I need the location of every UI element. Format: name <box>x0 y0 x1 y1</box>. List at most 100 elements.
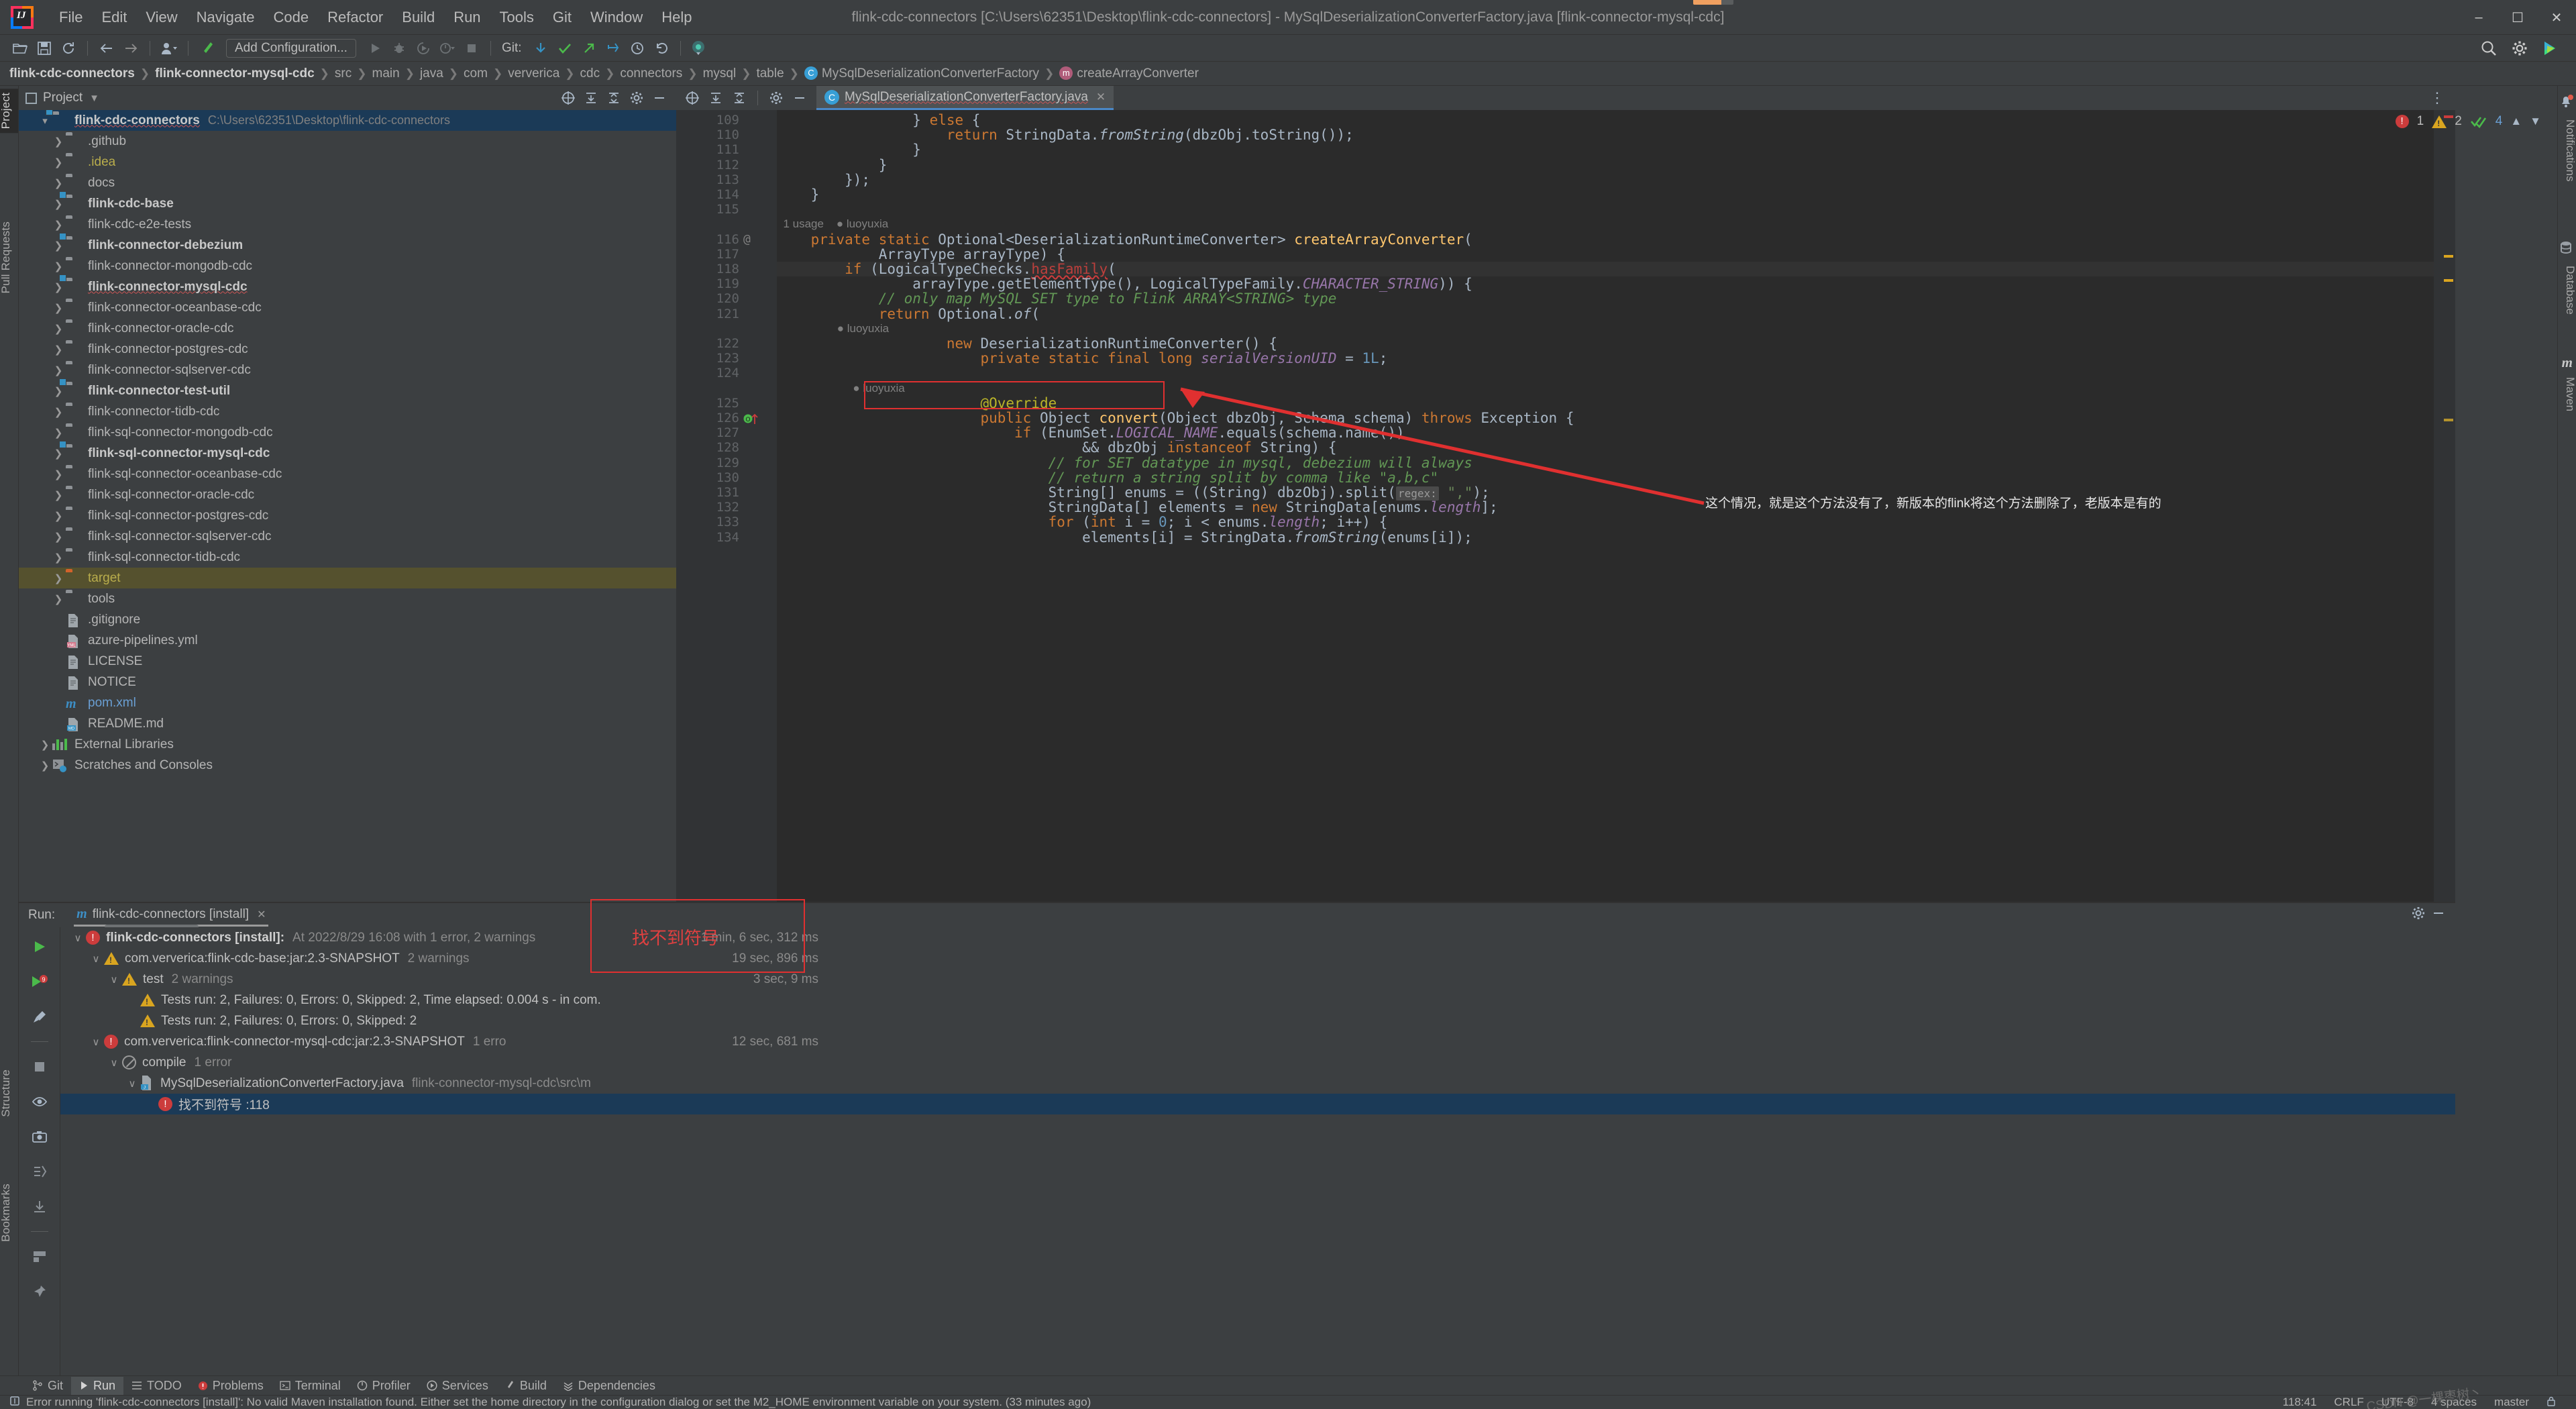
run-tab-close-icon[interactable]: ✕ <box>257 908 266 921</box>
chevron-right-icon[interactable]: ❯ <box>51 198 66 210</box>
chevron-expanded-icon[interactable]: ▾ <box>38 115 52 127</box>
maven-goals-icon[interactable] <box>28 1161 51 1182</box>
file-encoding[interactable]: UTF-8 <box>2381 1396 2414 1409</box>
settings-gear-icon[interactable] <box>2509 38 2530 58</box>
chevron-right-icon[interactable]: ❯ <box>51 468 66 480</box>
collapse-all-editor-icon[interactable] <box>705 89 727 107</box>
menu-item-file[interactable]: File <box>50 5 92 30</box>
stop-icon[interactable] <box>461 38 482 58</box>
chevron-expanded-icon[interactable]: ∨ <box>106 974 122 986</box>
code-line[interactable]: private static Optional<DeserializationR… <box>777 231 1472 247</box>
chevron-right-icon[interactable]: ❯ <box>51 260 66 272</box>
toggle-tasks-icon[interactable] <box>28 1006 51 1027</box>
search-everywhere-dot-icon[interactable] <box>689 38 710 58</box>
code-line[interactable]: } <box>777 187 820 202</box>
sidebar-item-structure[interactable]: Structure <box>0 1065 18 1121</box>
chevron-right-icon[interactable]: ❯ <box>51 219 66 231</box>
project-tree-item[interactable]: ❯ flink-sql-connector-mysql-cdc <box>19 443 676 464</box>
code-line[interactable]: } else { <box>777 113 980 127</box>
warning-marker[interactable] <box>2444 255 2453 258</box>
toolwindow-button-build[interactable]: Build <box>496 1377 555 1395</box>
menu-item-edit[interactable]: Edit <box>92 5 136 30</box>
project-tree-item[interactable]: ❯ flink-sql-connector-oracle-cdc <box>19 484 676 505</box>
project-tree-item[interactable]: ❯ .idea <box>19 152 676 172</box>
chevron-expanded-icon[interactable]: ∨ <box>124 1078 140 1090</box>
save-all-icon[interactable] <box>34 38 55 58</box>
project-tree-item[interactable]: ❯ flink-connector-mongodb-cdc <box>19 256 676 276</box>
chevron-right-icon[interactable]: ❯ <box>51 427 66 439</box>
project-tree[interactable]: ▾ flink-cdc-connectors C:\Users\62351\De… <box>19 110 676 902</box>
git-push-icon[interactable] <box>578 38 600 58</box>
sidebar-item-database[interactable]: Database <box>2558 262 2576 319</box>
next-problem-icon[interactable]: ▼ <box>2530 115 2541 128</box>
code-line[interactable]: arrayType.getElementType(), LogicalTypeF… <box>777 276 1472 291</box>
project-tree-item[interactable]: ❯ .github <box>19 131 676 152</box>
indent-setting[interactable]: 4 spaces <box>2431 1396 2477 1409</box>
git-history-icon[interactable] <box>627 38 648 58</box>
maximize-button[interactable]: ☐ <box>2498 0 2537 35</box>
gutter-override-icon[interactable]: O <box>743 412 762 428</box>
git-branch-widget[interactable]: master <box>2494 1396 2529 1409</box>
project-tree-item[interactable]: m pom.xml <box>19 692 676 713</box>
git-update-icon[interactable] <box>530 38 551 58</box>
menu-item-build[interactable]: Build <box>392 5 444 30</box>
project-tree-item[interactable]: ❯ flink-sql-connector-sqlserver-cdc <box>19 526 676 547</box>
chevron-right-icon[interactable]: ❯ <box>51 552 66 564</box>
scroll-from-source-icon[interactable] <box>558 89 578 107</box>
toolwindow-button-run[interactable]: Run <box>71 1376 124 1395</box>
editor-gutter[interactable]: 109 110 111 112 113 114 115 116 @117 118 119 120 121… <box>676 110 777 902</box>
sync-refresh-icon[interactable] <box>58 38 79 58</box>
lock-icon[interactable] <box>2546 1396 2556 1409</box>
project-tree-item[interactable]: ❯ flink-connector-postgres-cdc <box>19 339 676 360</box>
status-message[interactable]: Error running 'flink-cdc-connectors [ins… <box>26 1396 1091 1409</box>
toolwindow-button-todo[interactable]: TODO <box>123 1377 190 1395</box>
menu-item-help[interactable]: Help <box>652 5 701 30</box>
breadcrumb-item-0[interactable]: flink-cdc-connectors <box>9 66 135 81</box>
sidebar-item-maven[interactable]: Maven <box>2558 373 2576 415</box>
expand-all-icon[interactable] <box>604 89 624 107</box>
run-tree-row[interactable]: Tests run: 2, Failures: 0, Errors: 0, Sk… <box>60 990 2455 1010</box>
expand-all-editor-icon[interactable] <box>729 89 750 107</box>
project-tree-item[interactable]: ❯ flink-sql-connector-mongodb-cdc <box>19 422 676 443</box>
code-line[interactable]: } <box>777 157 888 172</box>
database-icon[interactable] <box>2559 240 2573 258</box>
camera-snapshot-icon[interactable] <box>28 1127 51 1147</box>
breadcrumb-item-6[interactable]: ververica <box>508 66 559 81</box>
debug-icon[interactable] <box>388 38 410 58</box>
project-tree-item[interactable]: ❯ target <box>19 568 676 588</box>
sidebar-item-pull-requests[interactable]: Pull Requests <box>0 217 18 298</box>
run-configuration-selector[interactable]: Add Configuration... <box>226 38 356 58</box>
chevron-right-icon[interactable]: ❯ <box>51 177 66 189</box>
minimize-button[interactable]: – <box>2459 0 2498 35</box>
project-tree-item[interactable]: ❯ flink-connector-sqlserver-cdc <box>19 360 676 380</box>
menu-item-git[interactable]: Git <box>543 5 581 30</box>
breadcrumb-item-5[interactable]: com <box>464 66 488 81</box>
code-line[interactable]: if (LogicalTypeChecks.hasFamily( <box>777 262 1116 276</box>
chevron-right-icon[interactable]: ❯ <box>51 406 66 418</box>
menu-item-navigate[interactable]: Navigate <box>187 5 264 30</box>
run-tree-row[interactable]: ∨! com.ververica:flink-connector-mysql-cd… <box>60 1031 2455 1052</box>
chevron-right-icon[interactable]: ❯ <box>51 489 66 501</box>
breadcrumb-item-10[interactable]: table <box>756 66 784 81</box>
hide-panel-icon[interactable] <box>649 89 669 107</box>
project-tree-item[interactable]: ❯ flink-sql-connector-tidb-cdc <box>19 547 676 568</box>
chevron-right-icon[interactable]: ❯ <box>51 385 66 397</box>
chevron-right-icon[interactable]: ❯ <box>51 344 66 356</box>
toolwindow-button-profiler[interactable]: Profiler <box>349 1377 419 1395</box>
chevron-right-icon[interactable]: ❯ <box>51 281 66 293</box>
project-tree-item[interactable]: ❯ flink-connector-test-util <box>19 380 676 401</box>
open-project-icon[interactable] <box>9 38 31 58</box>
run-tree-row[interactable]: ∨ compile 1 error <box>60 1052 2455 1073</box>
project-tree-item[interactable]: YML azure-pipelines.yml <box>19 630 676 651</box>
project-tree-item[interactable]: ❯ flink-sql-connector-oceanbase-cdc <box>19 464 676 484</box>
editor-more-options-icon[interactable]: ⋮ <box>2430 89 2455 107</box>
todo-marker[interactable] <box>2444 419 2453 421</box>
menu-item-view[interactable]: View <box>136 5 186 30</box>
project-tree-item[interactable]: ❯ flink-sql-connector-postgres-cdc <box>19 505 676 526</box>
close-button[interactable]: ✕ <box>2537 0 2576 35</box>
project-tree-root[interactable]: ▾ flink-cdc-connectors C:\Users\62351\De… <box>19 110 676 131</box>
chevron-right-icon[interactable]: ❯ <box>51 531 66 543</box>
git-revert-icon[interactable] <box>651 38 672 58</box>
code-line[interactable]: return Optional.of( <box>777 306 1040 321</box>
maven-stripe-icon[interactable]: m <box>2562 354 2573 371</box>
